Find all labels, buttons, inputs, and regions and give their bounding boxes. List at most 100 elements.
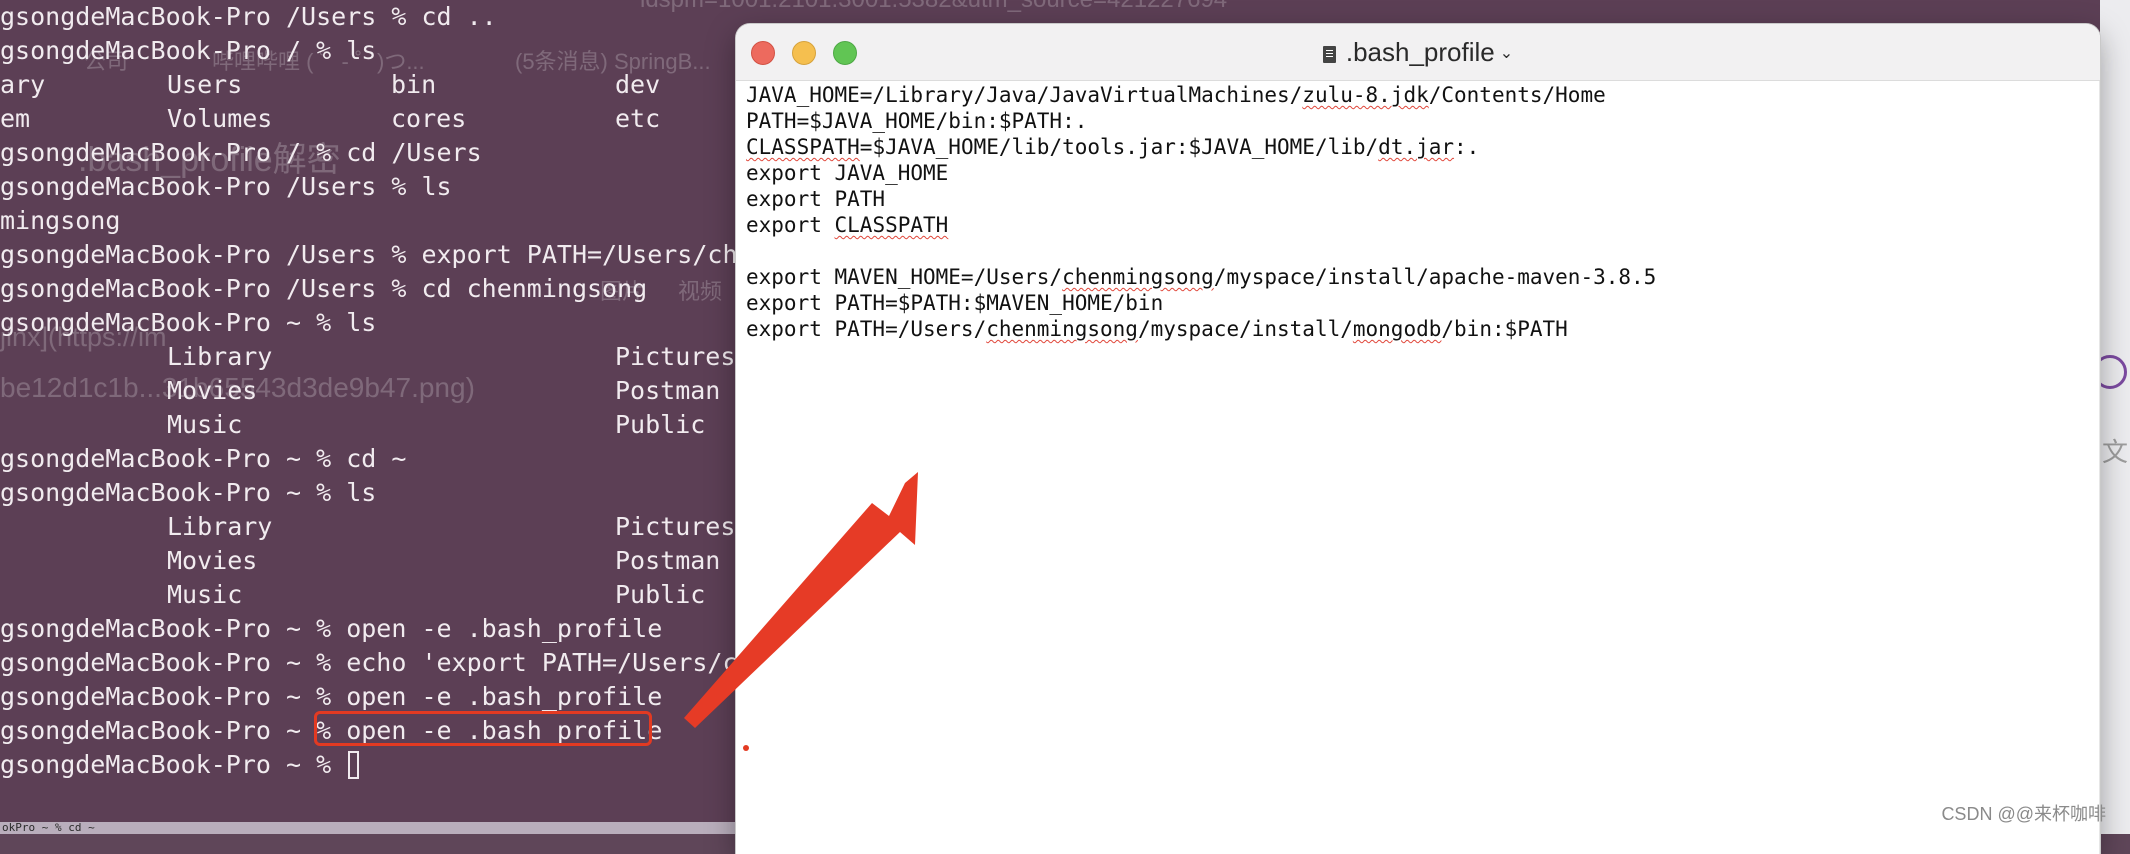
terminal-line: em Volumes cores etc — [0, 102, 798, 136]
terminal-cursor — [348, 751, 360, 779]
ls-entry: cores — [391, 104, 467, 133]
watermark: CSDN @@来杯咖啡 — [1941, 804, 2106, 824]
strip-glyph: 文 — [2102, 438, 2129, 468]
terminal-line: gsongdeMacBook-Pro /Users % ls — [0, 170, 798, 204]
terminal-line: gsongdeMacBook-Pro ~ % ls — [0, 306, 798, 340]
ls-entry: Library — [167, 512, 273, 541]
prompt-text: gsongdeMacBook-Pro ~ % — [0, 308, 347, 337]
command-text: cd /Users — [346, 138, 482, 167]
document-line: export JAVA_HOME — [746, 160, 1656, 186]
command-text: open -e .bash_profile — [346, 614, 663, 643]
textedit-window[interactable]: .bash_profile ⌄ JAVA_HOME=/Library/Java/J… — [736, 24, 2100, 854]
ls-entry: Pictures — [615, 512, 736, 541]
command-text: cd .. — [421, 2, 497, 31]
document-line: JAVA_HOME=/Library/Java/JavaVirtualMachi… — [746, 82, 1656, 108]
ls-entry: Music — [167, 580, 243, 609]
ls-entry: Public — [615, 410, 706, 439]
terminal-line: gsongdeMacBook-Pro ~ % ls — [0, 476, 798, 510]
document-line: export PATH=$PATH:$MAVEN_HOME/bin — [746, 290, 1656, 316]
text-segment: /myspace/install/apache-maven-3.8.5 — [1213, 265, 1657, 289]
prompt-text: gsongdeMacBook-Pro / % — [0, 36, 347, 65]
terminal-line: gsongdeMacBook-Pro ~ % echo 'export PATH… — [0, 646, 798, 680]
terminal-line: gsongdeMacBook-Pro ~ % — [0, 748, 798, 782]
text-segment: PATH=$JAVA_HOME/bin:$PATH:. — [746, 109, 1088, 133]
prompt-text: gsongdeMacBook-Pro ~ % — [0, 750, 347, 779]
terminal-line: ary Users bin dev — [0, 68, 798, 102]
text-segment: =$JAVA_HOME/lib/tools.jar:$JAVA_HOME/lib… — [859, 135, 1379, 159]
misspelled-word: CLASSPATH — [834, 213, 949, 237]
misspelled-word: chenmingsong — [986, 317, 1138, 341]
command-text: cd ~ — [346, 444, 407, 473]
prompt-text: gsongdeMacBook-Pro ~ % — [0, 682, 347, 711]
document-line: export MAVEN_HOME=/Users/chenmingsong/my… — [746, 264, 1656, 290]
ls-entry: bin — [391, 70, 437, 99]
terminal-tab-strip: okPro ~ % cd ~ — [0, 822, 742, 834]
terminal-line: Library Pictures — [0, 510, 798, 544]
text-segment: export PATH=/Users/ — [746, 317, 987, 341]
prompt-text: gsongdeMacBook-Pro ~ % — [0, 614, 347, 643]
prompt-text: gsongdeMacBook-Pro ~ % — [0, 478, 347, 507]
command-highlight-box — [314, 711, 652, 746]
terminal-line: gsongdeMacBook-Pro ~ % cd ~ — [0, 442, 798, 476]
text-segment: export — [746, 213, 835, 237]
prompt-text: gsongdeMacBook-Pro /Users % — [0, 2, 422, 31]
terminal-line: gsongdeMacBook-Pro / % ls — [0, 34, 798, 68]
misspelled-word: chenmingsong — [1062, 265, 1214, 289]
text-segment: export PATH=$PATH:$MAVEN_HOME/bin — [746, 291, 1164, 315]
ls-entry: Volumes — [167, 104, 273, 133]
command-text: ls — [346, 478, 377, 507]
output-text: mingsong — [0, 206, 121, 235]
document-line: PATH=$JAVA_HOME/bin:$PATH:. — [746, 108, 1656, 134]
document-icon — [1322, 46, 1336, 63]
prompt-text: gsongdeMacBook-Pro ~ % — [0, 648, 347, 677]
background-page-strip — [2100, 0, 2130, 834]
ls-entry: Movies — [167, 546, 258, 575]
text-segment: /Contents/Home — [1428, 83, 1606, 107]
terminal-line: Movies Postman — [0, 374, 798, 408]
document-name: .bash_profile — [1345, 37, 1495, 67]
document-line: export PATH — [746, 186, 1656, 212]
command-text: ls — [346, 308, 377, 337]
text-segment: /bin:$PATH — [1441, 317, 1568, 341]
command-text: echo 'export PATH=/Users/chenm — [346, 648, 798, 677]
command-text: ls — [346, 36, 377, 65]
terminal-line: Movies Postman — [0, 544, 798, 578]
terminal-line: gsongdeMacBook-Pro /Users % export PATH=… — [0, 238, 798, 272]
terminal-line: Music Public — [0, 408, 798, 442]
ls-entry: etc — [615, 104, 661, 133]
misspelled-word: CLASSPATH — [746, 135, 860, 159]
text-segment: JAVA_HOME=/Library/Java/JavaVirtualMachi… — [746, 83, 1303, 107]
document-line: CLASSPATH=$JAVA_HOME/lib/tools.jar:$JAVA… — [746, 134, 1656, 160]
terminal-line: gsongdeMacBook-Pro / % cd /Users — [0, 136, 798, 170]
misspelled-word: dt.jar — [1378, 135, 1455, 159]
window-title[interactable]: .bash_profile ⌄ — [736, 24, 2100, 80]
text-caret-marker — [743, 745, 749, 751]
window-titlebar[interactable]: .bash_profile ⌄ — [736, 24, 2100, 81]
ls-entry: Public — [615, 580, 706, 609]
terminal-line: Music Public — [0, 578, 798, 612]
text-segment: export JAVA_HOME — [746, 161, 949, 185]
ls-entry: Postman — [615, 376, 721, 405]
terminal-line: gsongdeMacBook-Pro /Users % cd .. — [0, 0, 798, 34]
terminal-line: Library Pictures — [0, 340, 798, 374]
ls-entry: Movies — [167, 376, 258, 405]
text-segment: /myspace/install/ — [1137, 317, 1353, 341]
prompt-text: gsongdeMacBook-Pro /Users % — [0, 274, 422, 303]
command-text: open -e .bash_profile — [346, 682, 663, 711]
chevron-down-icon[interactable]: ⌄ — [1500, 45, 1513, 62]
text-segment: :. — [1454, 135, 1480, 159]
ls-entry: Users — [167, 70, 243, 99]
ls-entry: ary — [0, 70, 46, 99]
misspelled-word: mongodb — [1352, 317, 1442, 341]
prompt-text: gsongdeMacBook-Pro / % — [0, 138, 347, 167]
terminal-line: gsongdeMacBook-Pro ~ % open -e .bash_pro… — [0, 612, 798, 646]
command-text: cd chenmingsong — [421, 274, 648, 303]
prompt-text: gsongdeMacBook-Pro /Users % — [0, 240, 422, 269]
scrollbar[interactable] — [2099, 81, 2100, 854]
document-text-area[interactable]: JAVA_HOME=/Library/Java/JavaVirtualMachi… — [746, 82, 1656, 342]
document-line: export PATH=/Users/chenmingsong/myspace/… — [746, 316, 1656, 342]
terminal-line: gsongdeMacBook-Pro ~ % open -e .bash_pro… — [0, 680, 798, 714]
ls-entry: em — [0, 104, 31, 133]
text-segment: export MAVEN_HOME=/Users/ — [746, 265, 1063, 289]
terminal-line: gsongdeMacBook-Pro /Users % cd chenmings… — [0, 272, 798, 306]
